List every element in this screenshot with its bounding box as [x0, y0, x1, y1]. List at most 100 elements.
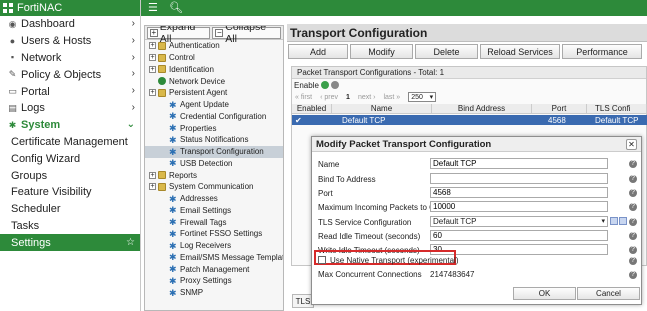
nav-item-label: Logs — [21, 102, 45, 115]
pager-last-link[interactable]: last » — [383, 94, 400, 101]
collapse-all-button[interactable]: − Collapse All — [212, 26, 281, 45]
expand-toggle-icon[interactable]: + — [149, 171, 156, 179]
expand-toggle-icon[interactable]: + — [149, 54, 156, 62]
help-icon[interactable]: ? — [629, 246, 637, 254]
help-icon[interactable]: ? — [629, 203, 637, 211]
tree-item[interactable]: ✱ Patch Management — [145, 263, 283, 275]
native-transport-checkbox[interactable] — [318, 256, 326, 264]
tree-item[interactable]: ✱ SNMP — [145, 287, 283, 299]
expand-toggle-icon[interactable]: + — [149, 89, 156, 97]
delete-button[interactable]: Delete — [415, 44, 478, 59]
nav-item-portal[interactable]: ▭ Portal › — [0, 83, 140, 100]
nav-item-dashboard[interactable]: ◉ Dashboard › — [0, 16, 140, 33]
pager-next-link[interactable]: next › — [358, 94, 376, 101]
tree-item-label: Authentication — [169, 41, 220, 51]
expand-toggle-icon[interactable]: + — [149, 42, 156, 50]
nav-subitem-certificate-management[interactable]: Certificate Management — [0, 134, 140, 151]
tree-item[interactable]: ✱ Agent Update — [145, 99, 283, 111]
read-timeout-input[interactable] — [430, 230, 608, 241]
gear-icon: ✱ — [169, 287, 177, 298]
tree-item[interactable]: ✱ Proxy Settings — [145, 275, 283, 287]
logs-icon: ▤ — [8, 102, 17, 113]
tree-item[interactable]: ✱ Transport Configuration — [145, 145, 283, 158]
performance-button[interactable]: Performance — [562, 44, 642, 59]
help-icon[interactable]: ? — [629, 218, 637, 226]
expand-toggle-icon[interactable]: + — [149, 183, 156, 191]
hamburger-menu-icon[interactable]: ☰ — [148, 1, 158, 14]
field-row-native-transport: Use Native Transport (experimental) — [330, 255, 647, 265]
tree-item[interactable]: ✱ USB Detection — [145, 158, 283, 170]
close-icon[interactable]: ✕ — [626, 139, 637, 150]
tree-item[interactable]: ✱ Email Settings — [145, 205, 283, 217]
favorite-star-icon[interactable]: ☆ — [126, 237, 135, 248]
edit-icon[interactable] — [610, 217, 618, 225]
column-header[interactable]: TLS Confi — [587, 104, 647, 113]
tree-item[interactable]: ✱ Fortinet FSSO Settings — [145, 228, 283, 240]
nav-item-users-hosts[interactable]: ● Users & Hosts › — [0, 33, 140, 50]
bind-address-input[interactable] — [430, 173, 608, 184]
nav-item-policy-objects[interactable]: ✎ Policy & Objects › — [0, 66, 140, 83]
tree-item[interactable]: ✱ Log Receivers — [145, 240, 283, 252]
column-header[interactable]: Bind Address — [432, 104, 532, 113]
nav-subitem-scheduler[interactable]: Scheduler — [0, 201, 140, 218]
port-input[interactable] — [430, 187, 608, 198]
tree-item[interactable]: ✱ Status Notifications — [145, 134, 283, 146]
ok-button[interactable]: OK — [513, 287, 576, 300]
nav-subitem-settings[interactable]: Settings ☆ — [0, 234, 140, 252]
tree-item[interactable]: Network Device — [145, 75, 283, 87]
nav-subitem-tasks[interactable]: Tasks — [0, 218, 140, 235]
max-queue-input[interactable] — [430, 201, 608, 212]
write-timeout-input[interactable] — [430, 244, 608, 255]
column-header[interactable]: Name — [332, 104, 432, 113]
add-icon[interactable] — [619, 217, 627, 225]
reload-services-button[interactable]: Reload Services — [480, 44, 560, 59]
nav-subitem-groups[interactable]: Groups — [0, 167, 140, 184]
help-icon[interactable]: ? — [629, 160, 637, 168]
nav-item-network[interactable]: ▪ Network › — [0, 50, 140, 67]
enable-check-icon[interactable] — [320, 81, 329, 89]
tree-item[interactable]: ✱ Addresses — [145, 193, 283, 205]
expand-all-button[interactable]: + Expand All — [147, 26, 211, 45]
column-header[interactable]: Enabled — [292, 104, 332, 113]
search-icon[interactable]: 🔍︎ — [169, 1, 183, 14]
tree-item[interactable]: + Persistent Agent — [145, 87, 283, 99]
tree-item[interactable]: ✱ Credential Configuration — [145, 111, 283, 123]
pager-prev-link[interactable]: ‹ prev — [320, 94, 338, 101]
modify-transport-dialog: Modify Packet Transport Configuration ✕ … — [311, 136, 642, 305]
nav-subitem-feature-visibility[interactable]: Feature Visibility — [0, 184, 140, 201]
gear-icon: ✱ — [169, 240, 177, 251]
pager-first-link[interactable]: « first — [295, 94, 312, 101]
nav-item-system[interactable]: ✱ System ⌄ — [0, 117, 140, 134]
add-button[interactable]: Add — [288, 44, 348, 59]
disable-icon[interactable] — [330, 81, 339, 89]
column-header[interactable]: Port — [532, 104, 587, 113]
table-row[interactable]: ✔ Default TCP 4568 Default TCP — [292, 115, 647, 125]
expand-toggle-icon[interactable]: + — [149, 65, 156, 73]
folder-icon — [158, 53, 166, 62]
modify-button[interactable]: Modify — [350, 44, 413, 59]
tree-item[interactable]: + Control — [145, 52, 283, 64]
tree-item[interactable]: + System Communication — [145, 181, 283, 193]
tree-item-label: SNMP — [180, 288, 204, 298]
tree-item[interactable]: + Reports — [145, 169, 283, 181]
tree-item[interactable]: + Identification — [145, 64, 283, 76]
cancel-button[interactable]: Cancel — [577, 287, 640, 300]
nav-subitem-config-wizard[interactable]: Config Wizard — [0, 150, 140, 167]
app-title: FortiNAC — [17, 2, 63, 14]
help-icon[interactable]: ? — [629, 232, 637, 240]
tls-service-select[interactable]: Default TCP ▾ — [430, 216, 608, 227]
tree-item[interactable]: ✱ Email/SMS Message Templates — [145, 252, 283, 264]
folder-icon — [158, 88, 166, 97]
tree-item[interactable]: ✱ Properties — [145, 122, 283, 134]
nav-item-logs[interactable]: ▤ Logs › — [0, 100, 140, 117]
row-bind-address — [432, 115, 532, 125]
help-icon[interactable]: ? — [629, 271, 637, 279]
help-icon[interactable]: ? — [629, 189, 637, 197]
help-icon[interactable]: ? — [629, 257, 637, 265]
name-input[interactable] — [430, 158, 608, 169]
tree-item-label: Email/SMS Message Templates — [180, 252, 284, 262]
page-size-select[interactable]: 250 ▾ — [408, 92, 437, 102]
help-icon[interactable]: ? — [629, 175, 637, 183]
gear-icon: ✱ — [169, 99, 177, 110]
tree-item[interactable]: ✱ Firewall Tags — [145, 216, 283, 228]
